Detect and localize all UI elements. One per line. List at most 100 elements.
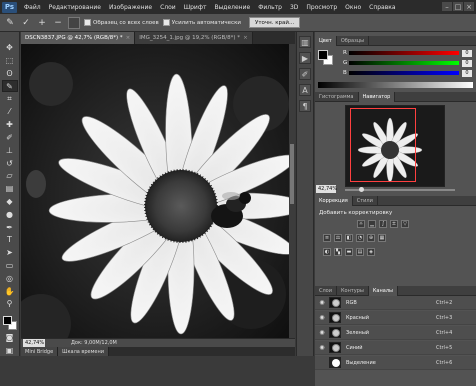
doc-info[interactable]: Док: 9,00М/12,0М xyxy=(71,340,117,346)
marquee-tool-icon[interactable]: ⬚ xyxy=(2,55,18,67)
visibility-eye-icon[interactable] xyxy=(317,358,327,368)
color-lookup-icon[interactable]: ▦ xyxy=(378,234,386,242)
new-selection-icon[interactable]: ✓ xyxy=(20,17,32,29)
channel-row-rgb[interactable]: ◉ RGB Ctrl+2 xyxy=(315,296,476,310)
menu-edit[interactable]: Редактирование xyxy=(45,4,105,11)
eraser-tool-icon[interactable]: ▱ xyxy=(2,170,18,182)
healing-brush-tool-icon[interactable]: ✚ xyxy=(2,119,18,131)
black-white-icon[interactable]: ◧ xyxy=(345,234,353,242)
auto-enhance-check-icon[interactable] xyxy=(162,19,170,26)
slider-track[interactable] xyxy=(349,51,459,55)
color-swatches[interactable] xyxy=(2,315,18,331)
quick-selection-tool-icon[interactable]: ✎ xyxy=(4,17,16,29)
history-brush-tool-icon[interactable]: ↺ xyxy=(2,157,18,169)
color-ramp[interactable] xyxy=(318,82,473,88)
scrollbar-thumb[interactable] xyxy=(290,144,294,204)
color-balance-icon[interactable]: ⚖ xyxy=(334,234,342,242)
hue-saturation-icon[interactable]: ≡ xyxy=(323,234,331,242)
menu-help[interactable]: Справка xyxy=(365,4,399,11)
crop-tool-icon[interactable]: ⌗ xyxy=(2,93,18,105)
channel-value[interactable]: 0 xyxy=(462,59,472,67)
foreground-color-chip[interactable] xyxy=(318,50,328,60)
visibility-eye-icon[interactable]: ◉ xyxy=(317,298,327,308)
color-slider-b[interactable]: B 0 xyxy=(343,69,473,77)
lasso-tool-icon[interactable]: ʘ xyxy=(2,68,18,80)
menu-3d[interactable]: 3D xyxy=(286,4,302,11)
slider-track[interactable] xyxy=(349,61,459,65)
document-canvas[interactable] xyxy=(21,44,289,346)
channel-value[interactable]: 0 xyxy=(462,49,472,57)
visibility-eye-icon[interactable]: ◉ xyxy=(317,313,327,323)
foreground-color-swatch[interactable] xyxy=(2,315,12,325)
menu-filter[interactable]: Фильтр xyxy=(254,4,286,11)
gradient-tool-icon[interactable]: ▤ xyxy=(2,183,18,195)
exposure-icon[interactable]: ± xyxy=(390,220,398,228)
tab-color[interactable]: Цвет xyxy=(315,36,337,46)
add-selection-icon[interactable]: + xyxy=(36,17,48,29)
eyedropper-tool-icon[interactable]: ⁄ xyxy=(2,106,18,118)
channel-value[interactable]: 0 xyxy=(462,69,472,77)
actions-panel-icon[interactable]: ▶ xyxy=(299,52,311,64)
quick-selection-tool-icon[interactable]: ✎ xyxy=(1,80,18,93)
tab-navigator[interactable]: Навигатор xyxy=(358,92,396,102)
menu-select[interactable]: Выделение xyxy=(210,4,254,11)
hand-tool-icon[interactable]: ✋ xyxy=(2,285,18,297)
zoom-field[interactable]: 42,74% xyxy=(23,339,45,347)
tab-swatches[interactable]: Образцы xyxy=(337,36,370,46)
tab-paths[interactable]: Контуры xyxy=(337,286,369,296)
tab-adjustments[interactable]: Коррекция xyxy=(315,196,353,206)
tab-layers[interactable]: Слои xyxy=(315,286,337,296)
auto-enhance-checkbox[interactable]: Усилить автоматически xyxy=(162,19,241,26)
color-slider-g[interactable]: G 0 xyxy=(343,59,473,67)
path-selection-tool-icon[interactable]: ➤ xyxy=(2,247,18,259)
refine-edge-button[interactable]: Уточн. край... xyxy=(248,17,301,28)
tab-document-2[interactable]: IMG_3254_1.jpg @ 19,2% (RGB/8*) * × xyxy=(135,32,253,44)
sample-all-checkbox[interactable]: Образец со всех слоев xyxy=(84,19,159,26)
visibility-eye-icon[interactable]: ◉ xyxy=(317,343,327,353)
brush-size-picker[interactable] xyxy=(68,16,80,29)
paragraph-panel-icon[interactable]: ¶ xyxy=(299,100,311,112)
tab-document-1[interactable]: DSCN3837.JPG @ 42,7% (RGB/8*) * × xyxy=(21,32,136,44)
menu-image[interactable]: Изображение xyxy=(105,4,156,11)
zoom-tool-icon[interactable]: ⚲ xyxy=(2,298,18,310)
curves-icon[interactable]: ∫ xyxy=(379,220,387,228)
menu-file[interactable]: Файл xyxy=(20,4,45,11)
subtract-selection-icon[interactable]: − xyxy=(52,17,64,29)
menu-view[interactable]: Просмотр xyxy=(302,4,341,11)
dodge-tool-icon[interactable]: ● xyxy=(2,208,18,220)
close-icon[interactable]: × xyxy=(464,2,474,11)
menu-window[interactable]: Окно xyxy=(341,4,365,11)
brightness-contrast-icon[interactable]: ☼ xyxy=(357,220,365,228)
channel-row-red[interactable]: ◉ Красный Ctrl+3 xyxy=(315,311,476,325)
brush-panel-icon[interactable]: ✐ xyxy=(299,68,311,80)
tab-styles[interactable]: Стили xyxy=(353,196,378,206)
move-tool-icon[interactable]: ✥ xyxy=(2,42,18,54)
photo-filter-icon[interactable]: ◔ xyxy=(356,234,364,242)
close-tab-icon[interactable]: × xyxy=(243,35,248,41)
slider-track[interactable] xyxy=(349,71,459,75)
brush-tool-icon[interactable]: ✐ xyxy=(2,132,18,144)
history-panel-icon[interactable]: ▥ xyxy=(299,36,311,48)
tab-mini-bridge[interactable]: Mini Bridge xyxy=(21,347,59,356)
threshold-icon[interactable]: ▬ xyxy=(345,248,353,256)
shape-tool-icon[interactable]: ▭ xyxy=(2,260,18,272)
blur-tool-icon[interactable]: ◆ xyxy=(2,196,18,208)
3d-rotate-tool-icon[interactable]: ◎ xyxy=(2,272,18,284)
character-panel-icon[interactable]: A xyxy=(299,84,311,96)
channel-row-green[interactable]: ◉ Зеленый Ctrl+4 xyxy=(315,326,476,340)
menu-layers[interactable]: Слои xyxy=(156,4,180,11)
maximize-icon[interactable]: □ xyxy=(453,2,463,11)
quick-mask-icon[interactable]: ◙ xyxy=(2,331,18,343)
posterize-icon[interactable]: ▚ xyxy=(334,248,342,256)
invert-icon[interactable]: ◐ xyxy=(323,248,331,256)
close-tab-icon[interactable]: × xyxy=(126,35,131,41)
navigator-view-box[interactable] xyxy=(350,108,416,182)
navigator-slider-knob[interactable] xyxy=(359,187,364,192)
vibrance-icon[interactable]: ▽ xyxy=(401,220,409,228)
type-tool-icon[interactable]: T xyxy=(2,234,18,246)
screen-mode-icon[interactable]: ▣ xyxy=(2,344,18,356)
channel-row-blue[interactable]: ◉ Синий Ctrl+5 xyxy=(315,341,476,355)
pen-tool-icon[interactable]: ✒ xyxy=(2,221,18,233)
navigator-zoom-field[interactable]: 42,74% xyxy=(316,185,337,193)
navigator-preview[interactable] xyxy=(345,105,445,187)
